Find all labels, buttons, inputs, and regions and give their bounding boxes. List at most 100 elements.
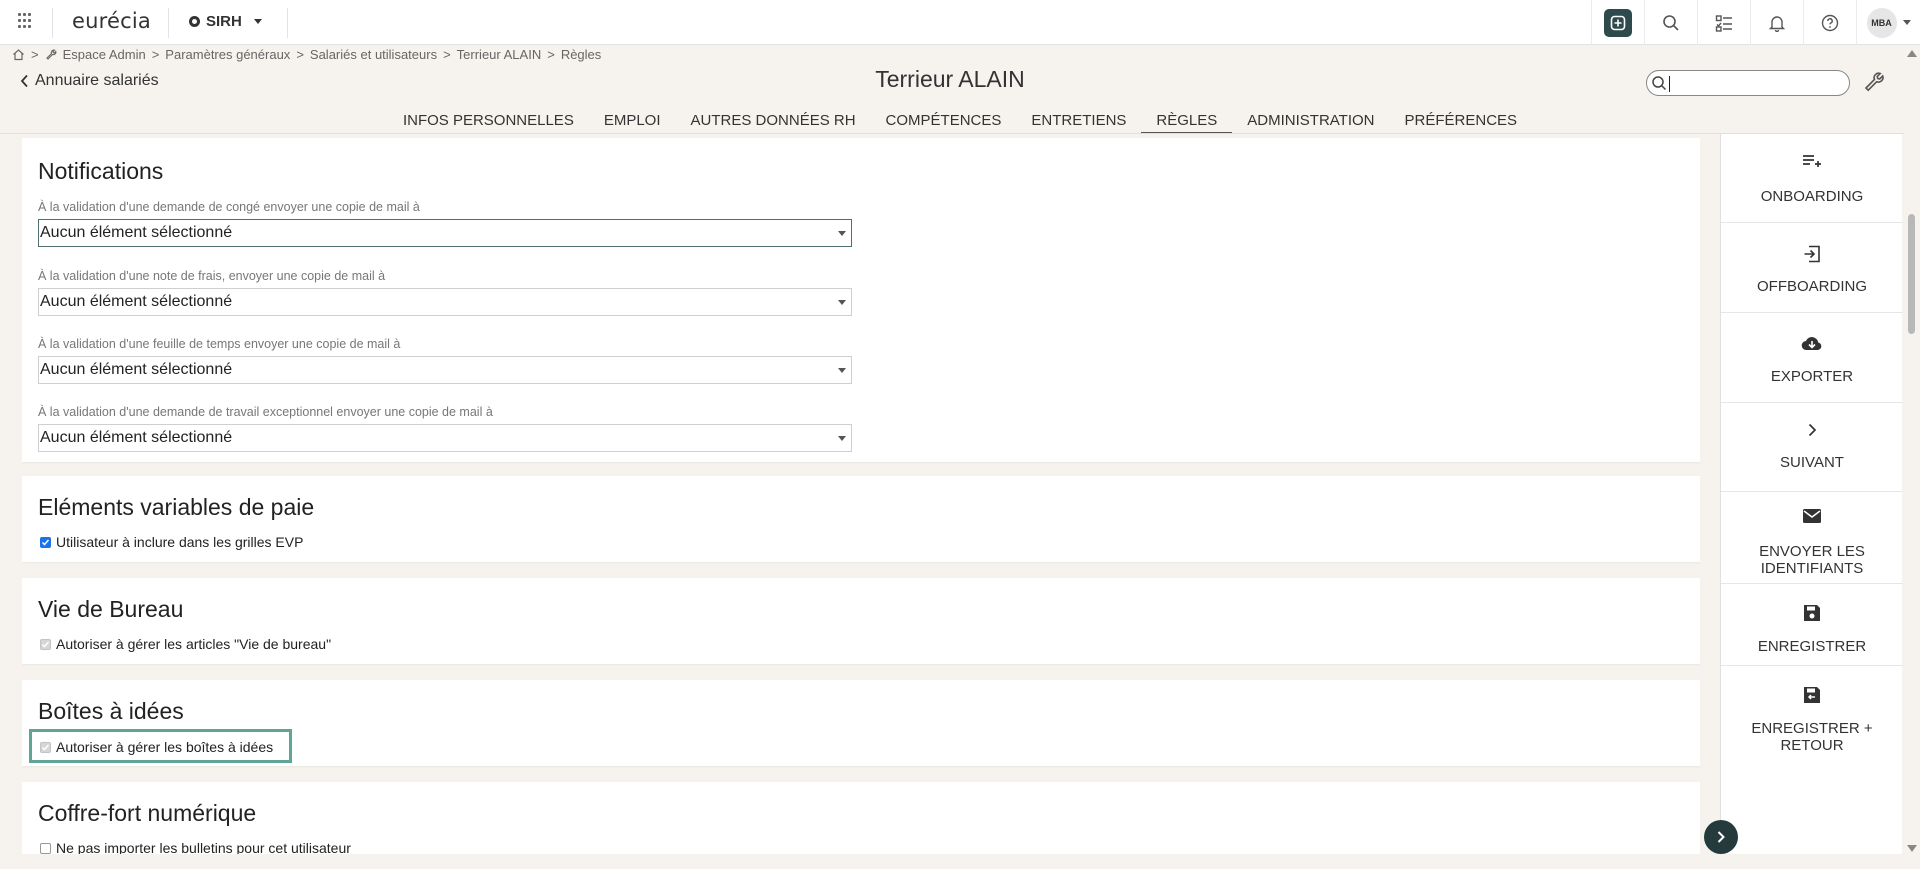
highlight-box (29, 729, 292, 763)
scroll-down-arrow-icon[interactable] (1907, 845, 1917, 852)
field-label: À la validation d'une demande de congé e… (38, 200, 420, 214)
evp-checkbox-row[interactable]: Utilisateur à inclure dans les grilles E… (40, 534, 303, 550)
breadcrumb-separator: > (547, 46, 555, 62)
page-title: Terrieur ALAIN (875, 66, 1025, 92)
tab-preferences[interactable]: PRÉFÉRENCES (1390, 111, 1533, 133)
breadcrumb-item[interactable]: Paramètres généraux (165, 47, 290, 62)
breadcrumb-separator: > (443, 46, 451, 62)
scroll-up-arrow-icon[interactable] (1907, 50, 1917, 57)
app-switcher[interactable]: SIRH (189, 13, 262, 30)
chevron-right-icon (1721, 423, 1903, 437)
search-input[interactable] (1646, 70, 1850, 96)
breadcrumb-item[interactable]: Salariés et utilisateurs (310, 47, 437, 62)
action-sidebar: ONBOARDING OFFBOARDING EXPORTER SUIVANT … (1720, 134, 1903, 854)
wrench-icon (45, 49, 56, 60)
breadcrumb: > Espace Admin > Paramètres généraux > S… (12, 46, 601, 62)
playlist-add-icon (1721, 154, 1903, 170)
page-scrollbar[interactable] (1904, 46, 1920, 854)
suivant-button[interactable]: SUIVANT (1721, 403, 1903, 492)
save-return-icon (1721, 686, 1903, 704)
breadcrumb-separator: > (296, 46, 304, 62)
checkbox-label: Utilisateur à inclure dans les grilles E… (56, 534, 304, 550)
text-cursor (1669, 76, 1670, 92)
tab-infos-personnelles[interactable]: INFOS PERSONNELLES (388, 111, 589, 133)
section-title: Notifications (38, 158, 164, 184)
field-label: À la validation d'une demande de travail… (38, 405, 493, 419)
tab-administration[interactable]: ADMINISTRATION (1232, 111, 1389, 133)
add-button[interactable] (1591, 0, 1644, 45)
search-button[interactable] (1644, 0, 1697, 45)
field-label: À la validation d'une feuille de temps e… (38, 337, 401, 351)
save-icon (1721, 604, 1903, 622)
enregistrer-retour-button[interactable]: ENREGISTRER + RETOUR (1721, 666, 1903, 766)
sidebar-item-label: ENVOYER LES IDENTIFIANTS (1759, 543, 1865, 577)
home-icon[interactable] (12, 48, 25, 61)
coffre-fort-checkbox[interactable] (40, 842, 51, 854)
app-icon (189, 16, 200, 27)
search-icon (1663, 14, 1679, 31)
divider (168, 8, 169, 38)
notifications-button[interactable] (1750, 0, 1803, 45)
user-menu[interactable]: MBA (1856, 0, 1920, 45)
select-value: Aucun élément sélectionné (40, 293, 233, 310)
chevron-down-icon (253, 19, 262, 24)
tab-competences[interactable]: COMPÉTENCES (871, 111, 1017, 133)
tab-entretiens[interactable]: ENTRETIENS (1016, 111, 1141, 133)
divider (0, 133, 1920, 134)
help-button[interactable] (1803, 0, 1856, 45)
breadcrumb-item-current: Règles (560, 46, 602, 62)
onboarding-button[interactable]: ONBOARDING (1721, 134, 1903, 223)
offboarding-button[interactable]: OFFBOARDING (1721, 223, 1903, 313)
sidebar-item-label: EXPORTER (1770, 368, 1854, 385)
section-title: Boîtes à idées (38, 698, 184, 724)
travail-exceptionnel-copy-select[interactable]: Aucun élément sélectionné (38, 424, 852, 452)
mail-icon (1721, 508, 1903, 524)
feuille-temps-copy-select[interactable]: Aucun élément sélectionné (38, 356, 852, 384)
note-frais-copy-select[interactable]: Aucun élément sélectionné (38, 288, 852, 316)
divider (287, 8, 288, 38)
coffre-fort-checkbox-row[interactable]: Ne pas importer les bulletins pour cet u… (40, 840, 351, 854)
wrench-icon (1864, 72, 1884, 92)
help-icon (1821, 14, 1839, 31)
caret-down-icon (838, 368, 846, 373)
apps-grid-icon[interactable] (18, 13, 34, 29)
evp-checkbox[interactable] (40, 536, 51, 548)
check-icon (41, 641, 50, 648)
vie-bureau-checkbox (40, 638, 51, 650)
enregistrer-button[interactable]: ENREGISTRER (1721, 584, 1903, 666)
settings-button[interactable] (1862, 68, 1886, 97)
breadcrumb-separator: > (31, 46, 39, 62)
tab-autres-donnees-rh[interactable]: AUTRES DONNÉES RH (676, 111, 871, 133)
tab-emploi[interactable]: EMPLOI (589, 111, 676, 133)
sidebar-item-label: OFFBOARDING (1756, 278, 1867, 295)
cloud-download-icon (1721, 335, 1903, 351)
tasks-icon (1715, 14, 1732, 32)
checkbox-label: Autoriser à gérer les articles "Vie de b… (56, 636, 332, 652)
breadcrumb-separator: > (151, 46, 160, 62)
tab-regles[interactable]: RÈGLES (1141, 111, 1233, 133)
caret-down-icon (838, 231, 846, 236)
chevron-right-icon (1717, 831, 1725, 843)
envoyer-identifiants-button[interactable]: ENVOYER LES IDENTIFIANTS (1721, 492, 1903, 584)
vie-bureau-card: Vie de Bureau Autoriser à gérer les arti… (22, 578, 1700, 664)
section-title: Coffre-fort numérique (38, 800, 257, 826)
breadcrumb-item[interactable]: Terrieur ALAIN (457, 47, 542, 62)
tasks-button[interactable] (1697, 0, 1750, 45)
conge-copy-select[interactable]: Aucun élément sélectionné (38, 219, 852, 247)
section-title: Eléments variables de paie (38, 494, 315, 520)
exporter-button[interactable]: EXPORTER (1721, 313, 1903, 403)
breadcrumb-item[interactable]: Espace Admin (63, 47, 146, 62)
sidebar-item-label: ONBOARDING (1760, 188, 1864, 205)
main-content[interactable]: Notifications À la validation d'une dema… (22, 138, 1700, 854)
select-value: Aucun élément sélectionné (40, 429, 233, 446)
scroll-thumb[interactable] (1908, 214, 1915, 334)
chevron-down-icon (1902, 20, 1911, 25)
vie-bureau-checkbox-row: Autoriser à gérer les articles "Vie de b… (40, 636, 331, 652)
avatar: MBA (1866, 7, 1897, 38)
sidebar-toggle-button[interactable] (1704, 820, 1738, 854)
tab-bar: INFOS PERSONNELLES EMPLOI AUTRES DONNÉES… (0, 111, 1920, 133)
field-label: À la validation d'une note de frais, env… (38, 269, 386, 283)
logo[interactable]: eurécia (72, 9, 151, 33)
coffre-fort-card: Coffre-fort numérique Ne pas importer le… (22, 782, 1700, 854)
topbar-actions: MBA (1591, 0, 1920, 45)
